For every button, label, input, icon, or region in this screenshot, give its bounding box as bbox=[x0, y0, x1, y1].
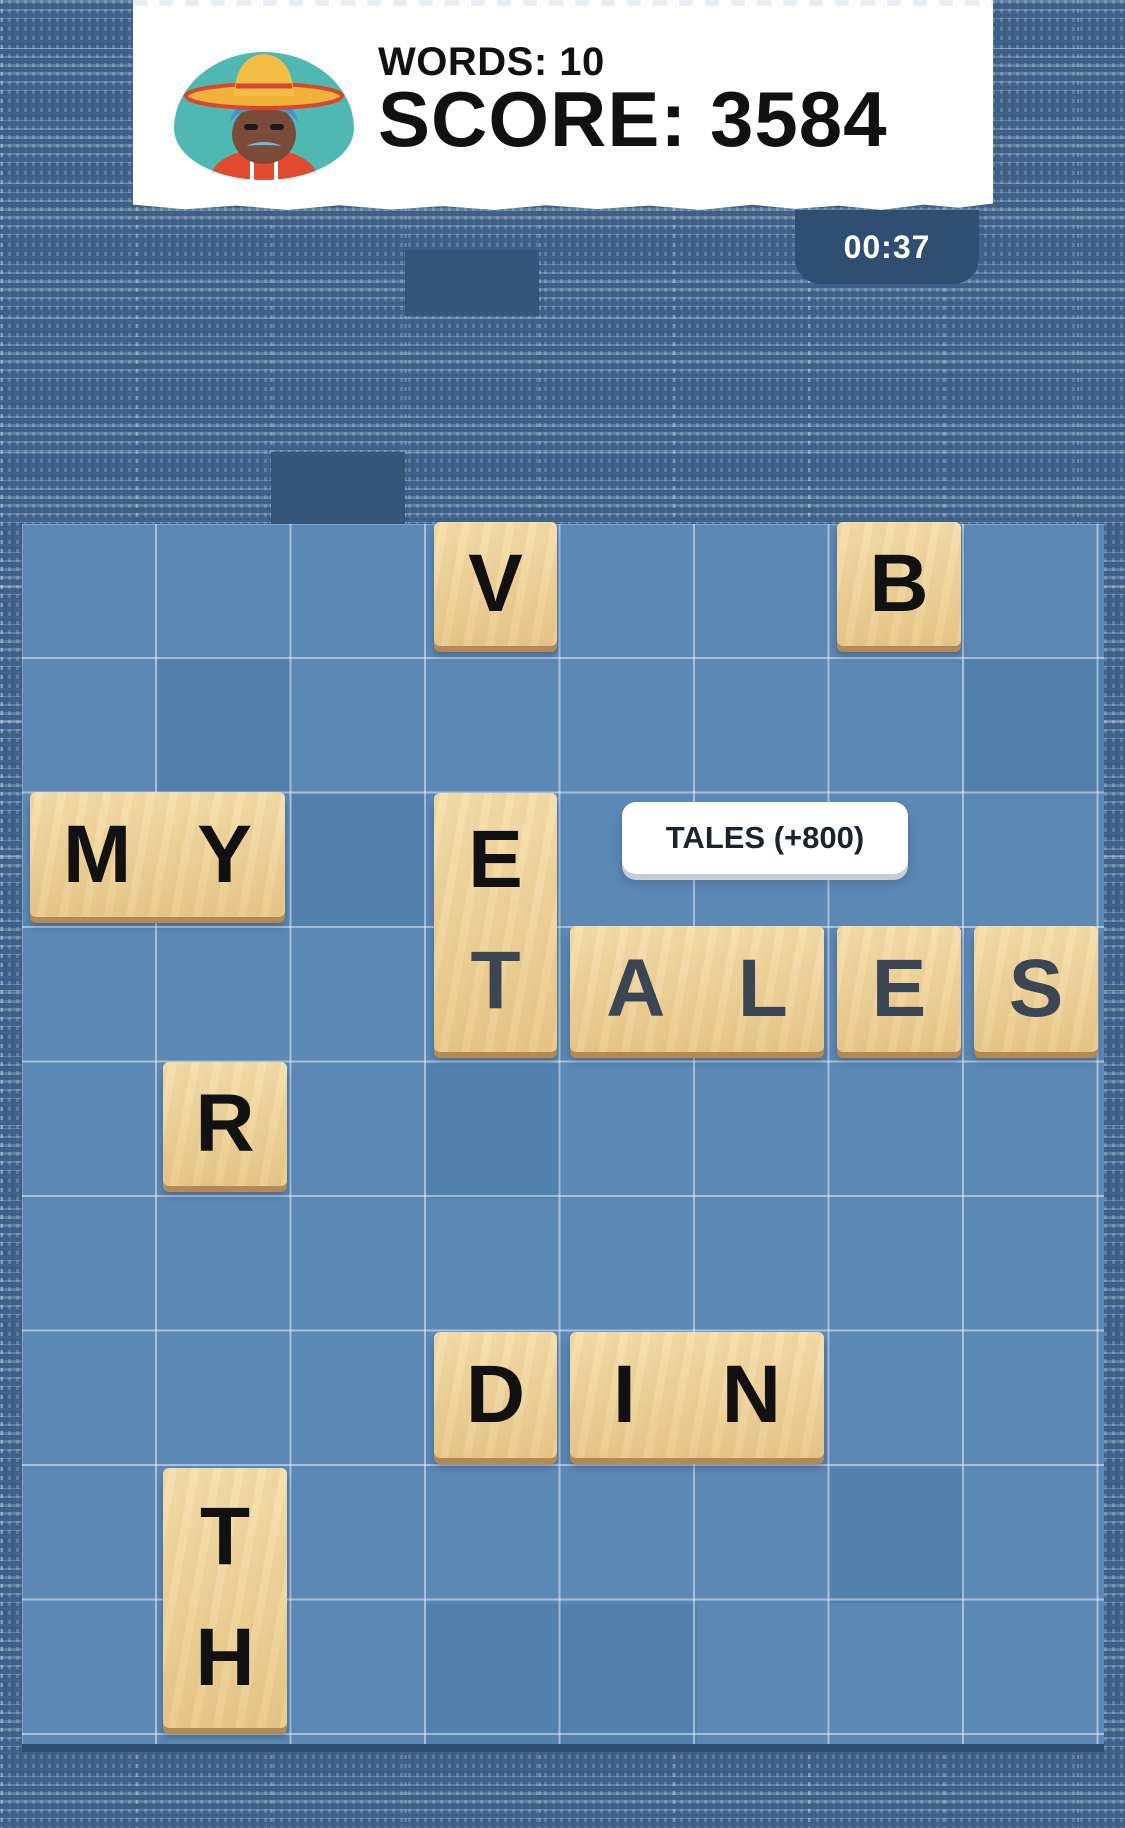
letter-tile[interactable]: B bbox=[837, 522, 961, 646]
word-score-popup: TALES (+800) bbox=[622, 802, 908, 874]
letter-tile-group[interactable]: I N bbox=[570, 1332, 824, 1458]
background-cell bbox=[271, 452, 405, 524]
score-value: SCORE: 3584 bbox=[378, 75, 888, 163]
letter-tile-group[interactable]: T H bbox=[163, 1468, 287, 1728]
letter-tile[interactable]: S bbox=[974, 926, 1098, 1052]
letter-tile[interactable]: V bbox=[434, 522, 557, 646]
letter-tile-group[interactable]: E T bbox=[434, 793, 557, 1052]
background-cell bbox=[405, 250, 539, 316]
letter-tile-group[interactable]: M Y bbox=[30, 792, 285, 917]
letter-tile[interactable]: D bbox=[434, 1332, 557, 1458]
letter-tile-group[interactable]: A L bbox=[570, 926, 824, 1052]
letter-tile[interactable]: E bbox=[837, 926, 961, 1052]
paper-edge bbox=[133, 0, 993, 6]
letter-tile[interactable]: R bbox=[163, 1062, 287, 1186]
player-avatar bbox=[174, 52, 354, 180]
timer: 00:37 bbox=[795, 210, 979, 284]
